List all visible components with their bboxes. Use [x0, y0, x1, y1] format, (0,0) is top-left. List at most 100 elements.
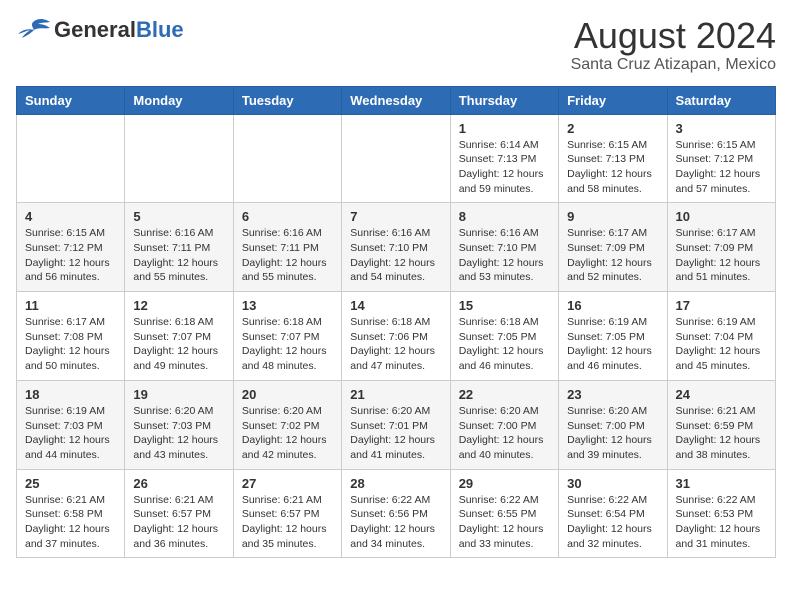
day-info: Sunrise: 6:14 AMSunset: 7:13 PMDaylight:…: [459, 138, 550, 197]
day-number: 31: [676, 476, 767, 491]
day-info: Sunrise: 6:21 AMSunset: 6:59 PMDaylight:…: [676, 404, 767, 463]
day-info: Sunrise: 6:21 AMSunset: 6:57 PMDaylight:…: [133, 493, 224, 552]
day-info: Sunrise: 6:20 AMSunset: 7:01 PMDaylight:…: [350, 404, 441, 463]
day-number: 28: [350, 476, 441, 491]
day-info: Sunrise: 6:20 AMSunset: 7:02 PMDaylight:…: [242, 404, 333, 463]
bird-icon: [16, 16, 52, 44]
day-info: Sunrise: 6:18 AMSunset: 7:07 PMDaylight:…: [242, 315, 333, 374]
title-block: August 2024 Santa Cruz Atizapan, Mexico: [571, 16, 776, 74]
day-number: 17: [676, 298, 767, 313]
day-number: 15: [459, 298, 550, 313]
calendar-week-row: 11Sunrise: 6:17 AMSunset: 7:08 PMDayligh…: [17, 292, 776, 381]
calendar-cell: 10 Sunrise: 6:17 AMSunset: 7:09 PMDayligh…: [667, 203, 775, 292]
calendar-cell: 30 Sunrise: 6:22 AMSunset: 6:54 PMDayligh…: [559, 469, 667, 558]
calendar-cell: 19Sunrise: 6:20 AMSunset: 7:03 PMDayligh…: [125, 380, 233, 469]
day-number: 5: [133, 209, 224, 224]
day-number: 26: [133, 476, 224, 491]
calendar-cell: 3 Sunrise: 6:15 AMSunset: 7:12 PMDaylight…: [667, 114, 775, 203]
logo: GeneralBlue: [16, 16, 184, 44]
calendar-cell: 12Sunrise: 6:18 AMSunset: 7:07 PMDayligh…: [125, 292, 233, 381]
day-number: 12: [133, 298, 224, 313]
day-info: Sunrise: 6:17 AMSunset: 7:08 PMDaylight:…: [25, 315, 116, 374]
calendar-cell: 13Sunrise: 6:18 AMSunset: 7:07 PMDayligh…: [233, 292, 341, 381]
day-number: 21: [350, 387, 441, 402]
calendar-cell: 26 Sunrise: 6:21 AMSunset: 6:57 PMDayligh…: [125, 469, 233, 558]
weekday-tuesday: Tuesday: [233, 86, 341, 114]
calendar-cell: 20 Sunrise: 6:20 AMSunset: 7:02 PMDayligh…: [233, 380, 341, 469]
calendar-cell: 24 Sunrise: 6:21 AMSunset: 6:59 PMDayligh…: [667, 380, 775, 469]
calendar-table: SundayMondayTuesdayWednesdayThursdayFrid…: [16, 86, 776, 559]
calendar-cell: [233, 114, 341, 203]
day-info: Sunrise: 6:22 AMSunset: 6:56 PMDaylight:…: [350, 493, 441, 552]
day-info: Sunrise: 6:16 AMSunset: 7:11 PMDaylight:…: [242, 226, 333, 285]
weekday-monday: Monday: [125, 86, 233, 114]
calendar-cell: 7 Sunrise: 6:16 AMSunset: 7:10 PMDaylight…: [342, 203, 450, 292]
calendar-cell: 23 Sunrise: 6:20 AMSunset: 7:00 PMDayligh…: [559, 380, 667, 469]
day-info: Sunrise: 6:19 AMSunset: 7:03 PMDaylight:…: [25, 404, 116, 463]
calendar-cell: 11Sunrise: 6:17 AMSunset: 7:08 PMDayligh…: [17, 292, 125, 381]
day-info: Sunrise: 6:19 AMSunset: 7:04 PMDaylight:…: [676, 315, 767, 374]
day-info: Sunrise: 6:18 AMSunset: 7:05 PMDaylight:…: [459, 315, 550, 374]
calendar-cell: 9Sunrise: 6:17 AMSunset: 7:09 PMDaylight…: [559, 203, 667, 292]
calendar-cell: [17, 114, 125, 203]
location: Santa Cruz Atizapan, Mexico: [571, 56, 776, 74]
day-number: 4: [25, 209, 116, 224]
logo-general: General: [54, 17, 136, 42]
day-number: 7: [350, 209, 441, 224]
calendar-cell: 27Sunrise: 6:21 AMSunset: 6:57 PMDayligh…: [233, 469, 341, 558]
day-number: 30: [567, 476, 658, 491]
day-number: 3: [676, 121, 767, 136]
page-header: GeneralBlue August 2024 Santa Cruz Atiza…: [16, 16, 776, 74]
day-number: 25: [25, 476, 116, 491]
calendar-cell: 21 Sunrise: 6:20 AMSunset: 7:01 PMDayligh…: [342, 380, 450, 469]
day-info: Sunrise: 6:19 AMSunset: 7:05 PMDaylight:…: [567, 315, 658, 374]
day-info: Sunrise: 6:20 AMSunset: 7:00 PMDaylight:…: [567, 404, 658, 463]
day-number: 29: [459, 476, 550, 491]
day-info: Sunrise: 6:15 AMSunset: 7:12 PMDaylight:…: [676, 138, 767, 197]
day-info: Sunrise: 6:22 AMSunset: 6:54 PMDaylight:…: [567, 493, 658, 552]
calendar-cell: 18 Sunrise: 6:19 AMSunset: 7:03 PMDayligh…: [17, 380, 125, 469]
calendar-week-row: 4 Sunrise: 6:15 AMSunset: 7:12 PMDaylight…: [17, 203, 776, 292]
logo-blue: Blue: [136, 17, 184, 42]
calendar-cell: 22Sunrise: 6:20 AMSunset: 7:00 PMDayligh…: [450, 380, 558, 469]
day-number: 8: [459, 209, 550, 224]
day-info: Sunrise: 6:16 AMSunset: 7:10 PMDaylight:…: [350, 226, 441, 285]
day-number: 23: [567, 387, 658, 402]
day-number: 24: [676, 387, 767, 402]
calendar-week-row: 25 Sunrise: 6:21 AMSunset: 6:58 PMDayligh…: [17, 469, 776, 558]
day-info: Sunrise: 6:20 AMSunset: 7:03 PMDaylight:…: [133, 404, 224, 463]
day-number: 10: [676, 209, 767, 224]
day-number: 2: [567, 121, 658, 136]
calendar-cell: 2 Sunrise: 6:15 AMSunset: 7:13 PMDaylight…: [559, 114, 667, 203]
calendar-cell: 4 Sunrise: 6:15 AMSunset: 7:12 PMDaylight…: [17, 203, 125, 292]
day-info: Sunrise: 6:16 AMSunset: 7:11 PMDaylight:…: [133, 226, 224, 285]
day-number: 20: [242, 387, 333, 402]
calendar-cell: 15 Sunrise: 6:18 AMSunset: 7:05 PMDayligh…: [450, 292, 558, 381]
day-number: 6: [242, 209, 333, 224]
day-info: Sunrise: 6:17 AMSunset: 7:09 PMDaylight:…: [676, 226, 767, 285]
day-number: 1: [459, 121, 550, 136]
day-number: 14: [350, 298, 441, 313]
calendar-cell: 28 Sunrise: 6:22 AMSunset: 6:56 PMDayligh…: [342, 469, 450, 558]
day-number: 18: [25, 387, 116, 402]
day-info: Sunrise: 6:15 AMSunset: 7:13 PMDaylight:…: [567, 138, 658, 197]
calendar-cell: [125, 114, 233, 203]
calendar-cell: 16Sunrise: 6:19 AMSunset: 7:05 PMDayligh…: [559, 292, 667, 381]
day-info: Sunrise: 6:17 AMSunset: 7:09 PMDaylight:…: [567, 226, 658, 285]
calendar-cell: 6 Sunrise: 6:16 AMSunset: 7:11 PMDaylight…: [233, 203, 341, 292]
calendar-cell: 14Sunrise: 6:18 AMSunset: 7:06 PMDayligh…: [342, 292, 450, 381]
weekday-sunday: Sunday: [17, 86, 125, 114]
calendar-week-row: 18 Sunrise: 6:19 AMSunset: 7:03 PMDayligh…: [17, 380, 776, 469]
calendar-cell: 8 Sunrise: 6:16 AMSunset: 7:10 PMDaylight…: [450, 203, 558, 292]
calendar-cell: 5 Sunrise: 6:16 AMSunset: 7:11 PMDaylight…: [125, 203, 233, 292]
day-info: Sunrise: 6:16 AMSunset: 7:10 PMDaylight:…: [459, 226, 550, 285]
day-info: Sunrise: 6:22 AMSunset: 6:53 PMDaylight:…: [676, 493, 767, 552]
weekday-thursday: Thursday: [450, 86, 558, 114]
logo-text: GeneralBlue: [54, 17, 184, 43]
calendar-cell: 29Sunrise: 6:22 AMSunset: 6:55 PMDayligh…: [450, 469, 558, 558]
calendar-cell: 17 Sunrise: 6:19 AMSunset: 7:04 PMDayligh…: [667, 292, 775, 381]
day-info: Sunrise: 6:21 AMSunset: 6:58 PMDaylight:…: [25, 493, 116, 552]
weekday-friday: Friday: [559, 86, 667, 114]
day-info: Sunrise: 6:15 AMSunset: 7:12 PMDaylight:…: [25, 226, 116, 285]
weekday-header-row: SundayMondayTuesdayWednesdayThursdayFrid…: [17, 86, 776, 114]
